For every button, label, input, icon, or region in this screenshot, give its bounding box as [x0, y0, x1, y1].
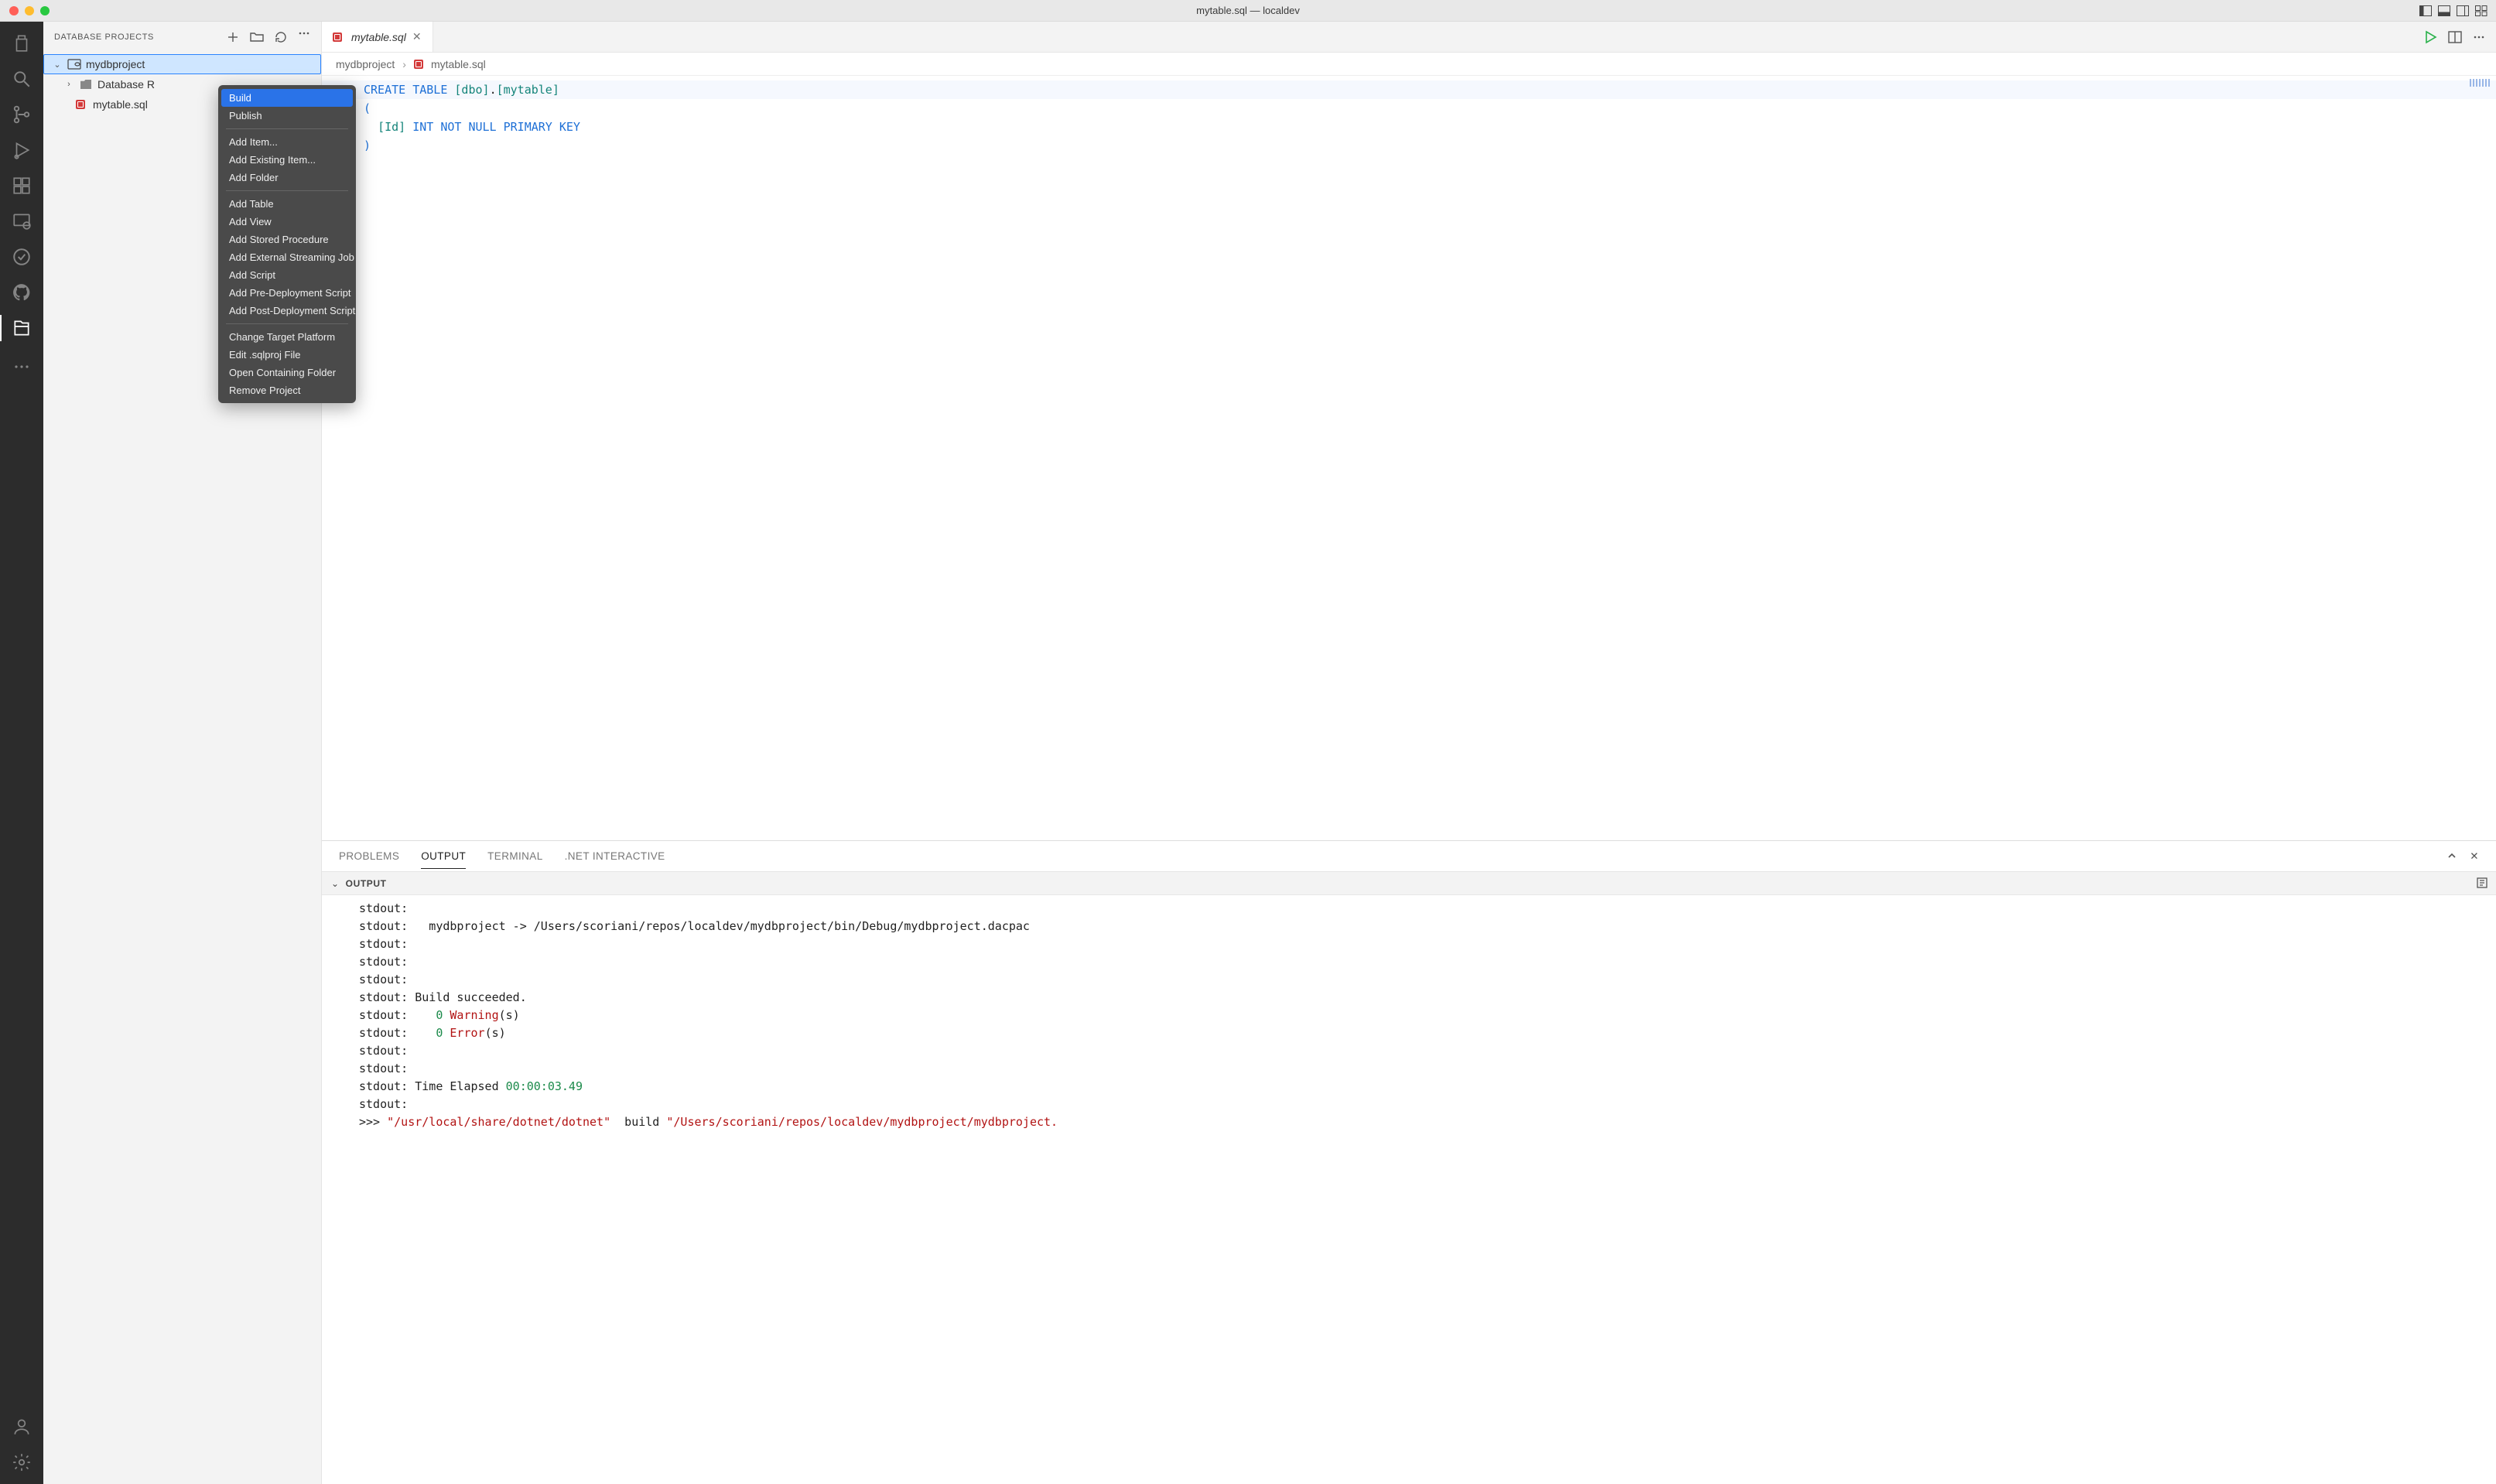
editor-tabbar: mytable.sql ✕	[322, 22, 2496, 53]
explorer-icon[interactable]	[11, 32, 32, 54]
context-item-add-streaming[interactable]: Add External Streaming Job	[221, 248, 353, 266]
titlebar-layout-controls	[2419, 5, 2496, 16]
context-separator	[226, 190, 348, 191]
zoom-window-button[interactable]	[40, 6, 50, 15]
context-item-change-target[interactable]: Change Target Platform	[221, 328, 353, 346]
chevron-down-icon: ⌄	[52, 60, 63, 70]
minimap[interactable]	[2470, 79, 2491, 87]
github-icon[interactable]	[11, 282, 32, 303]
chevron-right-icon: ›	[402, 58, 406, 70]
activitybar	[0, 22, 43, 1484]
sidebar: DATABASE PROJECTS ⌄ mydbproject › Databa…	[43, 22, 322, 1484]
context-item-add-script[interactable]: Add Script	[221, 266, 353, 284]
toggle-panel-bottom-icon[interactable]	[2437, 5, 2451, 16]
tree-item-project[interactable]: ⌄ mydbproject	[43, 54, 321, 74]
run-icon[interactable]	[2423, 30, 2437, 44]
code-content: CREATE TABLE [dbo].[mytable] ( [Id] INT …	[359, 76, 580, 840]
new-project-icon[interactable]	[227, 31, 239, 43]
more-actions-icon[interactable]	[298, 31, 310, 43]
project-name: mydbproject	[86, 58, 145, 70]
editor-area: mytable.sql ✕ mydbproject › mytable.sql …	[322, 22, 2496, 1484]
customize-layout-icon[interactable]	[2474, 5, 2488, 16]
context-item-add-table[interactable]: Add Table	[221, 195, 353, 213]
context-separator	[226, 128, 348, 129]
toggle-panel-left-icon[interactable]	[2419, 5, 2433, 16]
bottom-panel: PROBLEMS OUTPUT TERMINAL .NET INTERACTIV…	[322, 840, 2496, 1484]
breadcrumb-file[interactable]: mytable.sql	[414, 58, 486, 70]
accounts-icon[interactable]	[11, 1416, 32, 1438]
tab-label: mytable.sql	[351, 31, 406, 43]
remote-explorer-icon[interactable]	[11, 210, 32, 232]
context-item-add-view[interactable]: Add View	[221, 213, 353, 231]
window-title: mytable.sql — localdev	[1196, 5, 1300, 16]
close-window-button[interactable]	[9, 6, 19, 15]
context-item-add-item[interactable]: Add Item...	[221, 133, 353, 151]
open-project-icon[interactable]	[250, 31, 264, 43]
more-views-icon[interactable]	[11, 356, 32, 378]
more-editor-actions-icon[interactable]	[2473, 35, 2485, 39]
close-tab-icon[interactable]: ✕	[412, 30, 422, 43]
tab-problems[interactable]: PROBLEMS	[339, 844, 399, 868]
chevron-down-icon: ⌄	[331, 878, 340, 889]
open-log-file-icon[interactable]	[2476, 877, 2488, 889]
references-label: Database R	[97, 78, 155, 91]
window-controls	[0, 6, 50, 15]
database-projects-icon[interactable]	[11, 317, 32, 339]
close-panel-icon[interactable]: ✕	[2470, 850, 2479, 863]
context-item-add-folder[interactable]: Add Folder	[221, 169, 353, 186]
context-item-open-folder[interactable]: Open Containing Folder	[221, 364, 353, 381]
context-item-publish[interactable]: Publish	[221, 107, 353, 125]
sql-file-name: mytable.sql	[93, 98, 148, 111]
context-item-edit-sqlproj[interactable]: Edit .sqlproj File	[221, 346, 353, 364]
context-item-add-existing[interactable]: Add Existing Item...	[221, 151, 353, 169]
settings-gear-icon[interactable]	[11, 1452, 32, 1473]
sql-file-icon	[76, 100, 85, 109]
source-control-icon[interactable]	[11, 104, 32, 125]
context-item-build[interactable]: Build	[221, 89, 353, 107]
refresh-icon[interactable]	[275, 31, 287, 43]
tab-terminal[interactable]: TERMINAL	[487, 844, 542, 868]
context-separator	[226, 323, 348, 324]
output-channel-label: OUTPUT	[346, 878, 387, 889]
maximize-panel-icon[interactable]	[2446, 850, 2457, 863]
database-project-icon	[67, 59, 81, 70]
split-editor-icon[interactable]	[2448, 31, 2462, 43]
context-item-add-predeploy[interactable]: Add Pre-Deployment Script	[221, 284, 353, 302]
run-debug-icon[interactable]	[11, 139, 32, 161]
context-item-remove-project[interactable]: Remove Project	[221, 381, 353, 399]
editor-tab[interactable]: mytable.sql ✕	[322, 22, 433, 52]
chevron-right-icon: ›	[63, 80, 74, 89]
breadcrumb: mydbproject › mytable.sql	[322, 53, 2496, 76]
testing-icon[interactable]	[11, 246, 32, 268]
output-channel-header[interactable]: ⌄ OUTPUT	[322, 872, 2496, 895]
context-item-add-postdeploy[interactable]: Add Post-Deployment Script	[221, 302, 353, 320]
titlebar: mytable.sql — localdev	[0, 0, 2496, 22]
tab-dotnet-interactive[interactable]: .NET INTERACTIVE	[565, 844, 665, 868]
tab-output[interactable]: OUTPUT	[421, 844, 466, 869]
sidebar-title: DATABASE PROJECTS	[54, 32, 154, 42]
sidebar-header: DATABASE PROJECTS	[43, 22, 321, 53]
code-editor[interactable]: 1 2 3 4 5 CREATE TABLE [dbo].[mytable] (…	[322, 76, 2496, 840]
toggle-panel-right-icon[interactable]	[2456, 5, 2470, 16]
sql-file-icon	[333, 32, 342, 42]
sql-file-icon	[414, 60, 423, 69]
panel-tabs: PROBLEMS OUTPUT TERMINAL .NET INTERACTIV…	[322, 841, 2496, 872]
project-context-menu: Build Publish Add Item... Add Existing I…	[218, 85, 356, 403]
context-item-add-sproc[interactable]: Add Stored Procedure	[221, 231, 353, 248]
minimize-window-button[interactable]	[25, 6, 34, 15]
search-icon[interactable]	[11, 68, 32, 90]
references-icon	[80, 80, 91, 89]
extensions-icon[interactable]	[11, 175, 32, 197]
breadcrumb-project[interactable]: mydbproject	[336, 58, 395, 70]
output-content[interactable]: stdout: stdout: mydbproject -> /Users/sc…	[322, 895, 2496, 1484]
